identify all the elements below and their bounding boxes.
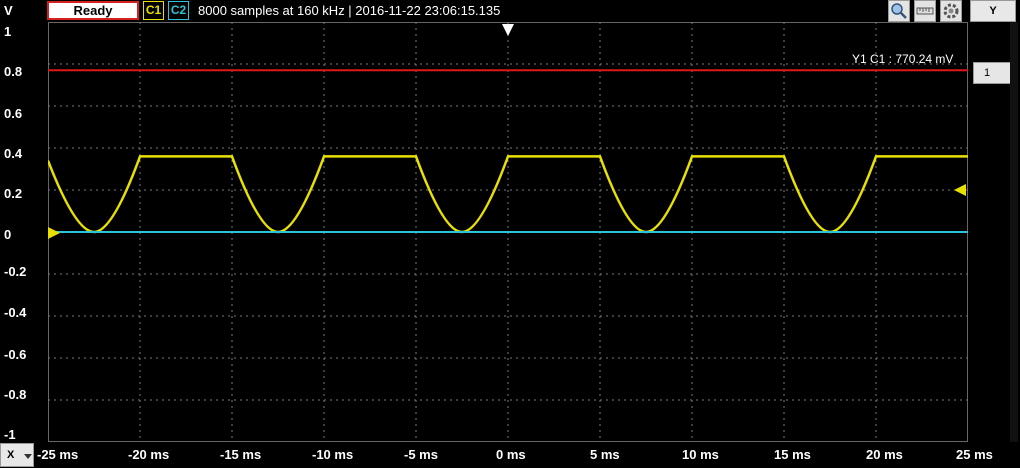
x-tick-label: 20 ms [866, 447, 903, 462]
x-tick-label: 15 ms [774, 447, 811, 462]
y-tick-label: -0.8 [4, 387, 27, 402]
y-tick-label: 0.6 [4, 106, 23, 121]
x-tick-label: -5 ms [404, 447, 438, 462]
acquisition-info: 8000 samples at 160 kHz | 2016-11-22 23:… [198, 3, 501, 18]
channel-c1-toggle[interactable]: C1 [143, 1, 164, 20]
ruler-button[interactable] [914, 0, 936, 22]
y-axis-select[interactable]: Y [970, 0, 1016, 22]
zoom-icon [891, 3, 907, 19]
trigger-level-marker[interactable] [954, 184, 966, 196]
y-tick-label: 0.4 [4, 146, 23, 161]
channel-c2-toggle[interactable]: C2 [168, 1, 189, 20]
x-tick-label: -25 ms [37, 447, 79, 462]
y-tick-label: 0.2 [4, 186, 23, 201]
x-tick-label: 10 ms [682, 447, 719, 462]
oscilloscope-plot[interactable] [48, 22, 968, 442]
y-tick-label: -0.2 [4, 264, 27, 279]
x-tick-label: -15 ms [220, 447, 262, 462]
x-tick-label: 25 ms [956, 447, 993, 462]
y-tick-label: -0.6 [4, 347, 27, 362]
status-ready-button[interactable]: Ready [47, 1, 139, 20]
y-tick-label: -1 [4, 427, 16, 442]
settings-icon [943, 3, 959, 19]
y-tick-label: 0.8 [4, 64, 23, 79]
x-tick-label: 0 ms [496, 447, 526, 462]
settings-button[interactable] [940, 0, 962, 22]
chevron-down-icon [24, 454, 32, 459]
y-unit-label: V [4, 3, 13, 18]
zoom-button[interactable] [888, 0, 910, 22]
c1-offset-marker[interactable] [48, 227, 60, 239]
y-tick-label: -0.4 [4, 305, 27, 320]
y-tick-label: 0 [4, 227, 12, 242]
x-tick-label: -20 ms [128, 447, 170, 462]
plot-markers [48, 24, 966, 239]
x-tick-label: -10 ms [312, 447, 354, 462]
x-tick-label: 5 ms [590, 447, 620, 462]
trigger-position-marker[interactable] [502, 24, 514, 36]
ruler-icon [916, 7, 934, 15]
cursor-readout: Y1 C1 : 770.24 mV [852, 52, 954, 66]
y-tick-label: 1 [4, 24, 12, 39]
right-scrollbar[interactable] [1010, 22, 1018, 442]
top-toolbar: V Ready C1 C2 8000 samples at 160 kHz | … [0, 0, 1020, 22]
